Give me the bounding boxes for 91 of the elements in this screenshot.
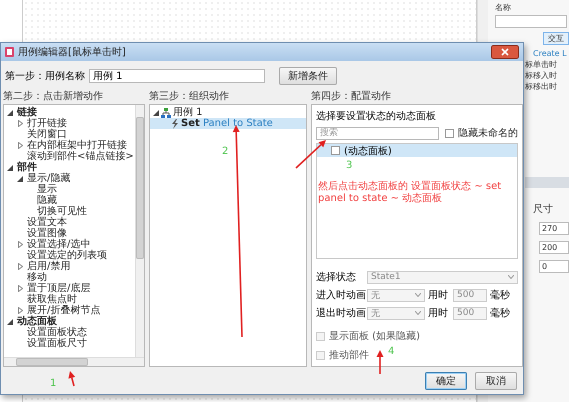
horizontal-scrollbar[interactable] [4,357,144,366]
case-tree-icon [161,108,171,118]
window-title: 用例编辑器[鼠标单击时] [18,46,127,59]
tree-item-label[interactable]: 设置图像 [25,228,69,239]
dropdown-caret-icon [508,275,514,279]
step-heading: 第二步：点击新增动作 [3,90,104,104]
tree-item-label[interactable]: 设置选定的列表项 [25,250,109,261]
dropdown-caret-icon [415,311,421,315]
animation-label: 进入时动画 [316,288,364,302]
event-item[interactable]: 标移出时 [525,82,569,91]
duration-label: 用时 [428,288,449,302]
tree-item-label[interactable]: 滚动到部件<锚点链接> [25,151,135,162]
tree-item-label[interactable]: 获取焦点时 [25,294,79,305]
expanded-triangle-icon[interactable] [17,176,23,182]
event-item[interactable]: 标移入时 [525,71,569,80]
lightning-icon [171,118,179,128]
case-name-label: 第一步：用例名称 [5,70,85,83]
dropdown-caret-icon [415,293,421,297]
unit-label: 毫秒 [490,306,511,320]
step-number: 4 [388,346,394,357]
step-number: 1 [50,378,56,389]
checkbox-label: 推动部件 [329,348,369,362]
step-number: 3 [346,160,352,171]
name-field[interactable] [495,15,567,28]
collapsed-triangle-icon[interactable] [18,263,22,270]
unit-label: 毫秒 [490,288,511,302]
tree-item-label[interactable]: 设置面板状态 [25,327,89,338]
collapsed-triangle-icon[interactable] [18,307,22,314]
size-label: 尺寸 [533,202,554,216]
app-icon [5,47,14,57]
tree-item-label[interactable]: 设置面板尺寸 [25,338,89,349]
tree-item-label[interactable]: 显示 [35,184,59,195]
panel-row[interactable]: (动态面板) [317,144,517,157]
tree-item-label[interactable]: 移动 [25,272,49,283]
vertical-scrollbar[interactable] [135,105,144,357]
duration-label: 用时 [428,306,449,320]
animation-label: 退出时动画 [316,306,364,320]
checkbox-label: 隐藏未命名的 [458,126,518,140]
tree-item-label[interactable]: 动态面板 [15,316,59,327]
tree-item-label[interactable]: 设置文本 [25,217,69,228]
annotation-note: 然后点击动态面板的 设置面板状态 ~ set panel to state ~ 动态面板 [318,181,502,205]
expanded-triangle-icon[interactable] [7,164,13,170]
dialog-button[interactable]: 确定 [425,372,467,390]
tree-item-label[interactable]: Set Panel to State [179,118,275,129]
annotation-arrow [376,350,384,374]
checkbox[interactable] [331,146,340,155]
expanded-triangle-icon[interactable] [153,110,159,116]
search-field[interactable]: 搜索 [316,126,439,140]
expanded-triangle-icon[interactable] [7,318,13,324]
create-link[interactable]: Create L [533,49,569,58]
dialog-button[interactable]: 取消 [475,372,517,390]
step-heading: 第四步：配置动作 [311,90,392,104]
close-button[interactable] [491,45,519,59]
tree-item-label[interactable]: 在内部框架中打开链接 [25,140,129,151]
tree-item-label[interactable]: 切换可见性 [35,206,89,217]
checkbox[interactable] [445,128,454,138]
event-item[interactable]: 标单击时 [525,60,569,69]
step-heading: 第三步：组织动作 [149,90,230,104]
collapsed-triangle-icon[interactable] [18,120,22,127]
step-number: 2 [222,146,228,157]
interaction-button[interactable]: 交互 [543,32,569,45]
panel-select-label: 选择要设置状态的动态面板 [316,110,437,123]
checkbox-label: 显示面板 (如果隐藏) [329,330,420,343]
state-label: 选择状态 [316,270,357,284]
collapsed-triangle-icon[interactable] [18,285,22,292]
tree-item-label[interactable]: 置于顶层/底层 [25,283,92,294]
collapsed-triangle-icon[interactable] [18,241,22,248]
size-field[interactable]: 0 [539,260,569,273]
size-field[interactable]: 200 [539,241,569,254]
tree-item-label[interactable]: 部件 [15,162,39,173]
collapsed-triangle-icon[interactable] [18,142,22,149]
tree-item-label[interactable]: 展开/折叠树节点 [25,305,102,316]
panel-label: (动态面板) [344,144,392,158]
tree-item-label[interactable]: 关闭窗口 [25,129,69,140]
tree-item-label[interactable]: 链接 [15,107,39,118]
annotation-arrow [68,371,76,386]
tree-item-label[interactable]: 隐藏 [35,195,59,206]
add-condition-button[interactable]: 新增条件 [279,67,337,85]
tree-item-label[interactable]: 打开链接 [25,118,69,129]
tab-strip [525,177,569,188]
size-field[interactable]: 270 [539,222,569,235]
name-label: 名称 [495,2,512,13]
tree-item-label[interactable]: 设置选择/选中 [25,239,92,250]
tree-item-label[interactable]: 启用/禁用 [25,261,72,272]
tree-row[interactable]: 用例 1 [150,107,306,118]
annotation-arrow [295,140,326,169]
tree-item-label[interactable]: 显示/隐藏 [25,173,72,184]
tree-item-label[interactable]: 用例 1 [171,107,205,118]
expanded-triangle-icon[interactable] [7,110,13,116]
tree-row[interactable]: Set Panel to State [150,118,306,129]
case-name-field[interactable]: 用例 1 [89,69,265,83]
